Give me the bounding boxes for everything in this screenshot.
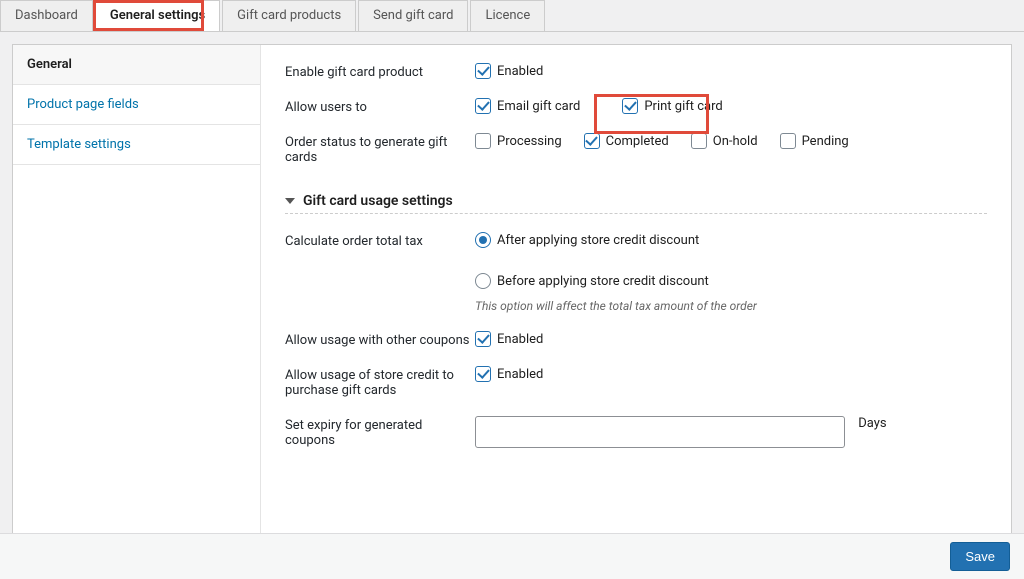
checkbox-completed[interactable] xyxy=(584,133,600,149)
input-expiry-days[interactable] xyxy=(475,416,845,448)
option-pending[interactable]: Pending xyxy=(780,133,849,149)
section-header-usage[interactable]: Gift card usage settings xyxy=(285,193,987,209)
section-divider xyxy=(285,213,987,214)
tabs-bar: Dashboard General settings Gift card pro… xyxy=(0,0,1024,32)
settings-sidebar: General Product page fields Template set… xyxy=(13,45,261,535)
tab-gift-card-products[interactable]: Gift card products xyxy=(222,0,356,31)
tab-licence[interactable]: Licence xyxy=(470,0,545,31)
sidebar-item-template-settings[interactable]: Template settings xyxy=(13,125,260,165)
option-label: Pending xyxy=(802,134,849,149)
option-label: Processing xyxy=(497,134,562,149)
checkbox-allow-with-coupons[interactable] xyxy=(475,331,491,347)
hint-calculate-tax: This option will affect the total tax am… xyxy=(475,299,987,313)
option-enable-gift-card-product[interactable]: Enabled xyxy=(475,63,543,79)
save-button[interactable]: Save xyxy=(950,542,1010,571)
option-label: Email gift card xyxy=(497,99,580,114)
radio-before-discount[interactable]: Before applying store credit discount xyxy=(475,273,987,289)
label-order-status: Order status to generate gift cards xyxy=(285,133,475,165)
option-completed[interactable]: Completed xyxy=(584,133,669,149)
label-enable-gift-card-product: Enable gift card product xyxy=(285,63,475,80)
radio-input-before[interactable] xyxy=(475,273,491,289)
option-label: Enabled xyxy=(497,64,543,79)
tab-send-gift-card[interactable]: Send gift card xyxy=(358,0,468,31)
checkbox-pending[interactable] xyxy=(780,133,796,149)
sidebar-item-general[interactable]: General xyxy=(13,45,260,85)
chevron-down-icon xyxy=(285,198,295,204)
settings-main: Enable gift card product Enabled Allow u… xyxy=(261,45,1011,535)
checkbox-print-gift-card[interactable] xyxy=(622,98,638,114)
checkbox-enable-gift-card-product[interactable] xyxy=(475,63,491,79)
option-allow-with-coupons[interactable]: Enabled xyxy=(475,331,543,347)
checkbox-allow-purchase-gift-cards[interactable] xyxy=(475,366,491,382)
label-allow-purchase-gift-cards: Allow usage of store credit to purchase … xyxy=(285,366,475,398)
label-calculate-order-total-tax: Calculate order total tax xyxy=(285,232,475,249)
option-email-gift-card[interactable]: Email gift card xyxy=(475,98,580,114)
option-on-hold[interactable]: On-hold xyxy=(691,133,758,149)
tab-dashboard[interactable]: Dashboard xyxy=(0,0,93,31)
section-title: Gift card usage settings xyxy=(303,193,453,209)
option-print-gift-card[interactable]: Print gift card xyxy=(622,98,722,114)
option-allow-purchase-gift-cards[interactable]: Enabled xyxy=(475,366,543,382)
unit-days: Days xyxy=(858,416,886,431)
option-label: Enabled xyxy=(497,367,543,382)
checkbox-email-gift-card[interactable] xyxy=(475,98,491,114)
option-processing[interactable]: Processing xyxy=(475,133,562,149)
label-allow-users-to: Allow users to xyxy=(285,98,475,115)
radio-input-after[interactable] xyxy=(475,232,491,248)
settings-panel: General Product page fields Template set… xyxy=(12,44,1012,536)
option-label: Before applying store credit discount xyxy=(497,274,709,289)
label-allow-with-coupons: Allow usage with other coupons xyxy=(285,331,475,348)
save-bar: Save xyxy=(0,533,1024,579)
option-label: On-hold xyxy=(713,134,758,149)
option-label: After applying store credit discount xyxy=(497,233,699,248)
label-set-expiry: Set expiry for generated coupons xyxy=(285,416,475,448)
checkbox-processing[interactable] xyxy=(475,133,491,149)
radio-after-discount[interactable]: After applying store credit discount xyxy=(475,232,987,248)
option-label: Enabled xyxy=(497,332,543,347)
checkbox-on-hold[interactable] xyxy=(691,133,707,149)
sidebar-item-product-page-fields[interactable]: Product page fields xyxy=(13,85,260,125)
option-label: Print gift card xyxy=(644,99,722,114)
option-label: Completed xyxy=(606,134,669,149)
tab-general-settings[interactable]: General settings xyxy=(95,0,220,31)
